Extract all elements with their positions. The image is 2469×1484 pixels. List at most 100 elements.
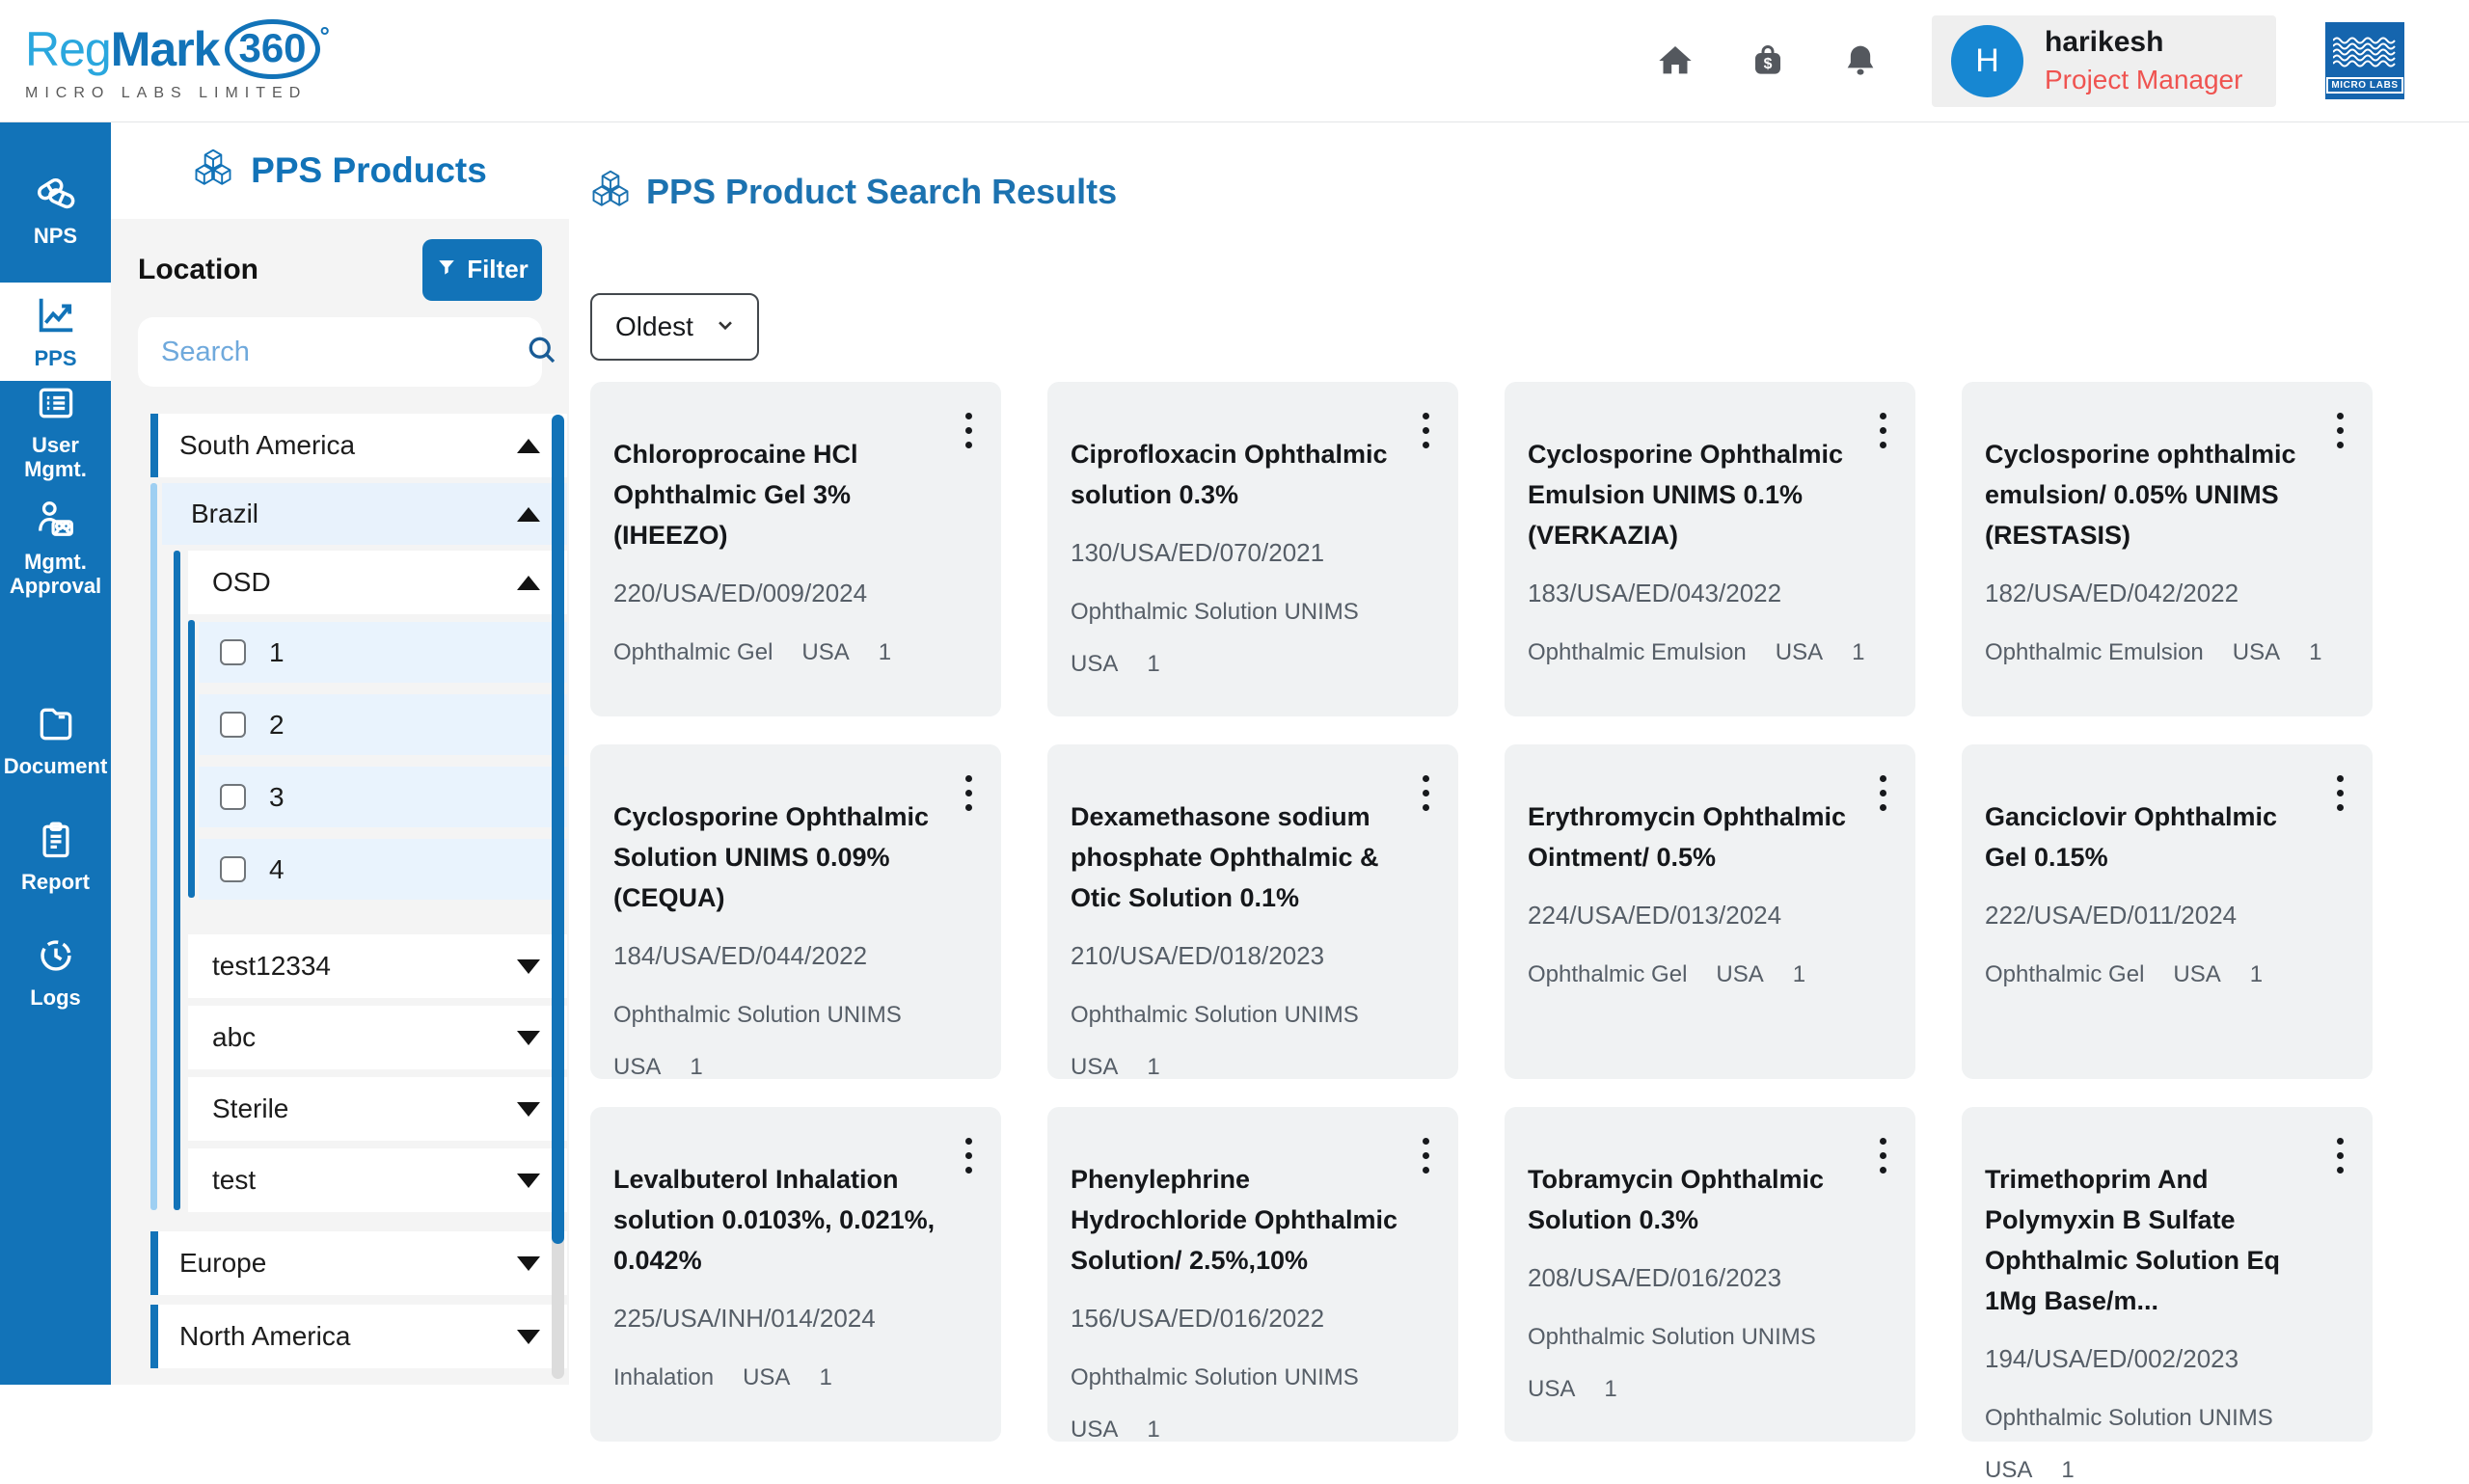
- sidebar-item-logs[interactable]: Logs: [0, 929, 111, 1015]
- checkbox[interactable]: [220, 784, 246, 810]
- product-card[interactable]: Cyclosporine Ophthalmic Solution UNIMS 0…: [590, 744, 1001, 1079]
- product-form: Ophthalmic Gel: [613, 639, 773, 666]
- product-reg-no: 184/USA/ED/044/2022: [613, 941, 978, 971]
- panel-header: PPS Products: [111, 122, 569, 219]
- product-form: Ophthalmic Solution UNIMS: [1071, 1002, 1359, 1029]
- product-form: Ophthalmic Emulsion: [1985, 639, 2204, 666]
- tree-guide-line: [174, 551, 180, 1210]
- kebab-menu-icon[interactable]: [1874, 407, 1892, 454]
- expand-icon[interactable]: [517, 1031, 540, 1045]
- tree-item-europe[interactable]: Europe: [150, 1231, 567, 1295]
- sidebar-item-nps[interactable]: NPS: [0, 161, 111, 257]
- money-bag-icon[interactable]: $: [1747, 40, 1789, 82]
- product-form: Ophthalmic Solution UNIMS: [1985, 1405, 2273, 1432]
- user-name: harikesh: [2045, 26, 2242, 59]
- sidebar-item-user-mgmt[interactable]: User Mgmt.: [0, 386, 111, 477]
- kebab-menu-icon[interactable]: [1417, 1132, 1435, 1179]
- tree-item-test12334[interactable]: test12334: [188, 934, 567, 998]
- search-icon[interactable]: [525, 333, 559, 372]
- kebab-menu-icon[interactable]: [1874, 1132, 1892, 1179]
- filter-button[interactable]: Filter: [422, 239, 542, 301]
- expand-icon[interactable]: [517, 959, 540, 974]
- product-title: Trimethoprim And Polymyxin B Sulfate Oph…: [1985, 1159, 2349, 1321]
- product-card[interactable]: Tobramycin Ophthalmic Solution 0.3% 208/…: [1505, 1107, 1915, 1442]
- product-country: USA: [1776, 639, 1823, 666]
- product-reg-no: 183/USA/ED/043/2022: [1528, 579, 1892, 608]
- product-country: USA: [1985, 1457, 2032, 1484]
- product-form: Ophthalmic Gel: [1528, 961, 1687, 988]
- main-content: PPS Product Search Results Oldest Chloro…: [569, 122, 2469, 1385]
- product-reg-no: 220/USA/ED/009/2024: [613, 579, 978, 608]
- tree-item-3[interactable]: 3: [199, 767, 567, 827]
- kebab-menu-icon[interactable]: [960, 769, 978, 817]
- logo-360-badge: 360: [225, 19, 319, 79]
- expand-icon[interactable]: [517, 1102, 540, 1117]
- tree-item-2[interactable]: 2: [199, 694, 567, 755]
- product-card[interactable]: Ganciclovir Ophthalmic Gel 0.15% 222/USA…: [1962, 744, 2373, 1079]
- tree-item-1[interactable]: 1: [199, 622, 567, 683]
- kebab-menu-icon[interactable]: [2331, 407, 2349, 454]
- product-card[interactable]: Dexamethasone sodium phosphate Ophthalmi…: [1047, 744, 1458, 1079]
- tree-item-south-america[interactable]: South America: [150, 414, 567, 477]
- kebab-menu-icon[interactable]: [1417, 407, 1435, 454]
- sort-dropdown[interactable]: Oldest: [590, 293, 759, 361]
- collapse-icon[interactable]: [517, 507, 540, 522]
- search-input[interactable]: [161, 337, 525, 368]
- product-card[interactable]: Erythromycin Ophthalmic Ointment/ 0.5% 2…: [1505, 744, 1915, 1079]
- product-reg-no: 130/USA/ED/070/2021: [1071, 538, 1435, 568]
- tree-item-osd[interactable]: OSD: [188, 551, 567, 614]
- tree-item-sterile[interactable]: Sterile: [188, 1077, 567, 1141]
- panel-scrollbar-thumb[interactable]: [552, 415, 564, 1244]
- kebab-menu-icon[interactable]: [960, 407, 978, 454]
- sidebar-item-mgmt-approval[interactable]: Mgmt. Approval: [0, 501, 111, 593]
- expand-icon[interactable]: [517, 1330, 540, 1344]
- checkbox[interactable]: [220, 639, 246, 665]
- checkbox[interactable]: [220, 712, 246, 738]
- product-country: USA: [743, 1364, 790, 1391]
- sidebar-item-report[interactable]: Report: [0, 813, 111, 900]
- product-card[interactable]: Cyclosporine Ophthalmic Emulsion UNIMS 0…: [1505, 382, 1915, 716]
- kebab-menu-icon[interactable]: [1417, 769, 1435, 817]
- tree-guide-line: [188, 620, 195, 898]
- tree-item-north-america[interactable]: North America: [150, 1305, 567, 1368]
- expand-icon[interactable]: [517, 1256, 540, 1271]
- sidebar-item-pps[interactable]: PPS: [0, 283, 111, 381]
- trend-chart-icon: [34, 293, 78, 337]
- tree-item-brazil[interactable]: Brazil: [162, 483, 567, 545]
- product-card[interactable]: Chloroprocaine HCl Ophthalmic Gel 3% (IH…: [590, 382, 1001, 716]
- logo-subtitle: MICRO LABS LIMITED: [25, 85, 330, 102]
- product-card[interactable]: Cyclosporine ophthalmic emulsion/ 0.05% …: [1962, 382, 2373, 716]
- user-profile-chip[interactable]: H harikesh Project Manager: [1932, 15, 2276, 107]
- sidebar-item-document[interactable]: Document: [0, 697, 111, 784]
- funnel-icon: [436, 255, 457, 284]
- product-form: Inhalation: [613, 1364, 714, 1391]
- bell-icon[interactable]: [1839, 40, 1882, 82]
- product-card[interactable]: Phenylephrine Hydrochloride Ophthalmic S…: [1047, 1107, 1458, 1442]
- product-count: 1: [690, 1054, 702, 1081]
- product-card[interactable]: Trimethoprim And Polymyxin B Sulfate Oph…: [1962, 1107, 2373, 1442]
- kebab-menu-icon[interactable]: [1874, 769, 1892, 817]
- expand-icon[interactable]: [517, 1174, 540, 1188]
- home-icon[interactable]: [1654, 40, 1696, 82]
- micro-labs-label: MICRO LABS: [2326, 77, 2402, 94]
- search-box: [138, 317, 542, 387]
- tree-item-abc[interactable]: abc: [188, 1006, 567, 1069]
- product-country: USA: [2233, 639, 2280, 666]
- filter-button-label: Filter: [467, 255, 529, 284]
- kebab-menu-icon[interactable]: [960, 1132, 978, 1179]
- tree-item-4[interactable]: 4: [199, 839, 567, 900]
- kebab-menu-icon[interactable]: [2331, 769, 2349, 817]
- logo-mark-text: Mark: [111, 21, 220, 77]
- kebab-menu-icon[interactable]: [2331, 1132, 2349, 1179]
- tree-item-test[interactable]: test: [188, 1148, 567, 1212]
- micro-labs-logo: MICRO LABS: [2325, 22, 2404, 99]
- product-country: USA: [1071, 1417, 1118, 1444]
- product-card[interactable]: Ciprofloxacin Ophthalmic solution 0.3% 1…: [1047, 382, 1458, 716]
- collapse-icon[interactable]: [517, 439, 540, 453]
- collapse-icon[interactable]: [517, 576, 540, 590]
- product-card[interactable]: Levalbuterol Inhalation solution 0.0103%…: [590, 1107, 1001, 1442]
- product-form: Ophthalmic Gel: [1985, 961, 2144, 988]
- pills-icon: [34, 171, 78, 215]
- product-country: USA: [1716, 961, 1763, 988]
- checkbox[interactable]: [220, 856, 246, 882]
